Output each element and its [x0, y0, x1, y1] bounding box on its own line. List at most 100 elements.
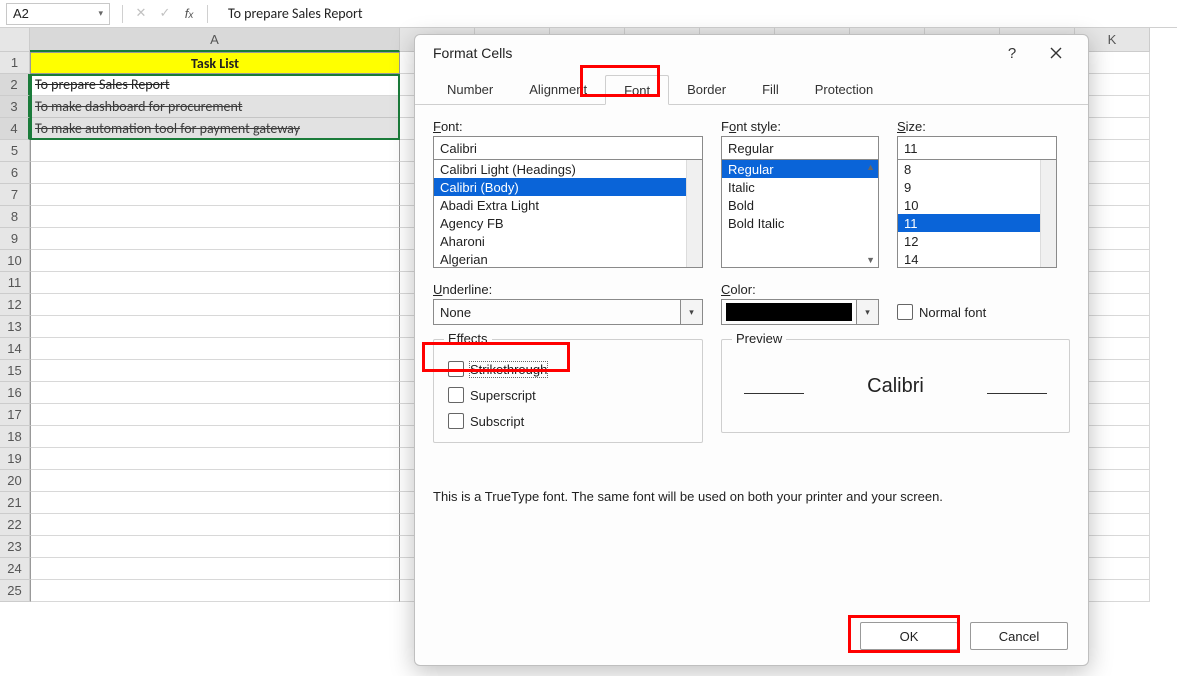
cancel-button[interactable]: Cancel [970, 622, 1068, 650]
row-header[interactable]: 9 [0, 228, 30, 250]
row-header[interactable]: 11 [0, 272, 30, 294]
tab-protection[interactable]: Protection [797, 74, 892, 104]
tab-number[interactable]: Number [429, 74, 511, 104]
row-header[interactable]: 10 [0, 250, 30, 272]
cell[interactable]: To make dashboard for procurement [30, 96, 400, 118]
cell[interactable] [30, 162, 400, 184]
cell[interactable] [30, 228, 400, 250]
row-header[interactable]: 4 [0, 118, 30, 140]
fx-icon[interactable]: fx [177, 3, 201, 25]
cell[interactable] [30, 404, 400, 426]
font-style-listbox[interactable]: ▲ ▼ RegularItalicBoldBold Italic [721, 160, 879, 268]
list-item[interactable]: Agency FB [434, 214, 702, 232]
color-combo[interactable]: ▾ [721, 299, 879, 325]
cell[interactable] [30, 184, 400, 206]
superscript-checkbox[interactable]: Superscript [448, 382, 688, 408]
row-header[interactable]: 7 [0, 184, 30, 206]
cancel-formula-icon[interactable]: ✕ [129, 3, 153, 25]
list-item[interactable]: Italic [722, 178, 878, 196]
row-header[interactable]: 5 [0, 140, 30, 162]
underline-combo[interactable]: None ▾ [433, 299, 703, 325]
normal-font-checkbox[interactable]: Normal font [897, 299, 986, 325]
chevron-down-icon[interactable]: ▾ [856, 300, 878, 324]
cell[interactable] [30, 536, 400, 558]
list-item[interactable]: Bold Italic [722, 214, 878, 232]
row-header[interactable]: 17 [0, 404, 30, 426]
name-box[interactable]: A2 ▾ [6, 3, 110, 25]
cell[interactable] [30, 492, 400, 514]
row-header[interactable]: 23 [0, 536, 30, 558]
scrollbar-thumb[interactable] [689, 162, 700, 188]
cell[interactable] [30, 558, 400, 580]
list-item[interactable]: Calibri (Body) [434, 178, 702, 196]
strikethrough-checkbox[interactable]: Strikethrough [448, 356, 688, 382]
size-input[interactable]: 11 [897, 136, 1057, 160]
cell[interactable] [30, 272, 400, 294]
row-header[interactable]: 21 [0, 492, 30, 514]
chevron-down-icon[interactable]: ▾ [680, 300, 702, 324]
row-header[interactable]: 12 [0, 294, 30, 316]
list-item[interactable]: 10 [898, 196, 1056, 214]
row-header[interactable]: 22 [0, 514, 30, 536]
scroll-up-icon[interactable]: ▲ [866, 162, 875, 172]
formula-input[interactable]: To prepare Sales Report [222, 3, 1177, 25]
scrollbar-thumb[interactable] [1043, 162, 1054, 202]
cell[interactable] [30, 360, 400, 382]
list-item[interactable]: 12 [898, 232, 1056, 250]
tab-alignment[interactable]: Alignment [511, 74, 605, 104]
list-item[interactable]: Calibri Light (Headings) [434, 160, 702, 178]
column-header-a[interactable]: A [30, 28, 400, 52]
select-all-corner[interactable] [0, 28, 30, 52]
cell[interactable] [30, 294, 400, 316]
row-header[interactable]: 2 [0, 74, 30, 96]
ok-button[interactable]: OK [860, 622, 958, 650]
cell[interactable]: Task List [30, 52, 400, 74]
cell[interactable] [30, 448, 400, 470]
row-header[interactable]: 15 [0, 360, 30, 382]
list-item[interactable]: Abadi Extra Light [434, 196, 702, 214]
tab-font[interactable]: Font [605, 75, 669, 105]
cell[interactable] [30, 316, 400, 338]
list-item[interactable]: 11 [898, 214, 1056, 232]
list-item[interactable]: 14 [898, 250, 1056, 268]
cell[interactable] [30, 470, 400, 492]
tab-border[interactable]: Border [669, 74, 744, 104]
row-header[interactable]: 3 [0, 96, 30, 118]
list-item[interactable]: Algerian [434, 250, 702, 268]
scroll-down-icon[interactable]: ▼ [866, 255, 875, 265]
font-listbox[interactable]: Calibri Light (Headings)Calibri (Body)Ab… [433, 160, 703, 268]
list-item[interactable]: 8 [898, 160, 1056, 178]
cell[interactable] [30, 250, 400, 272]
cell[interactable] [30, 338, 400, 360]
close-icon[interactable] [1034, 39, 1078, 67]
row-header[interactable]: 1 [0, 52, 30, 74]
tab-fill[interactable]: Fill [744, 74, 797, 104]
row-header[interactable]: 13 [0, 316, 30, 338]
row-header[interactable]: 6 [0, 162, 30, 184]
row-header[interactable]: 16 [0, 382, 30, 404]
row-header[interactable]: 19 [0, 448, 30, 470]
row-header[interactable]: 14 [0, 338, 30, 360]
list-item[interactable]: Aharoni [434, 232, 702, 250]
chevron-down-icon[interactable]: ▾ [98, 8, 103, 19]
cell[interactable] [30, 206, 400, 228]
cell[interactable] [30, 580, 400, 602]
cell[interactable]: To prepare Sales Report [30, 74, 400, 96]
cell[interactable]: To make automation tool for payment gate… [30, 118, 400, 140]
list-item[interactable]: 9 [898, 178, 1056, 196]
enter-formula-icon[interactable]: ✓ [153, 3, 177, 25]
row-header[interactable]: 24 [0, 558, 30, 580]
row-header[interactable]: 25 [0, 580, 30, 602]
cell[interactable] [30, 514, 400, 536]
row-header[interactable]: 20 [0, 470, 30, 492]
cell[interactable] [30, 382, 400, 404]
dialog-titlebar[interactable]: Format Cells ? [415, 35, 1088, 71]
font-input[interactable]: Calibri [433, 136, 703, 160]
list-item[interactable]: Regular [722, 160, 878, 178]
cell[interactable] [30, 140, 400, 162]
list-item[interactable]: Bold [722, 196, 878, 214]
cell[interactable] [30, 426, 400, 448]
row-header[interactable]: 18 [0, 426, 30, 448]
subscript-checkbox[interactable]: Subscript [448, 408, 688, 434]
font-style-input[interactable]: Regular [721, 136, 879, 160]
